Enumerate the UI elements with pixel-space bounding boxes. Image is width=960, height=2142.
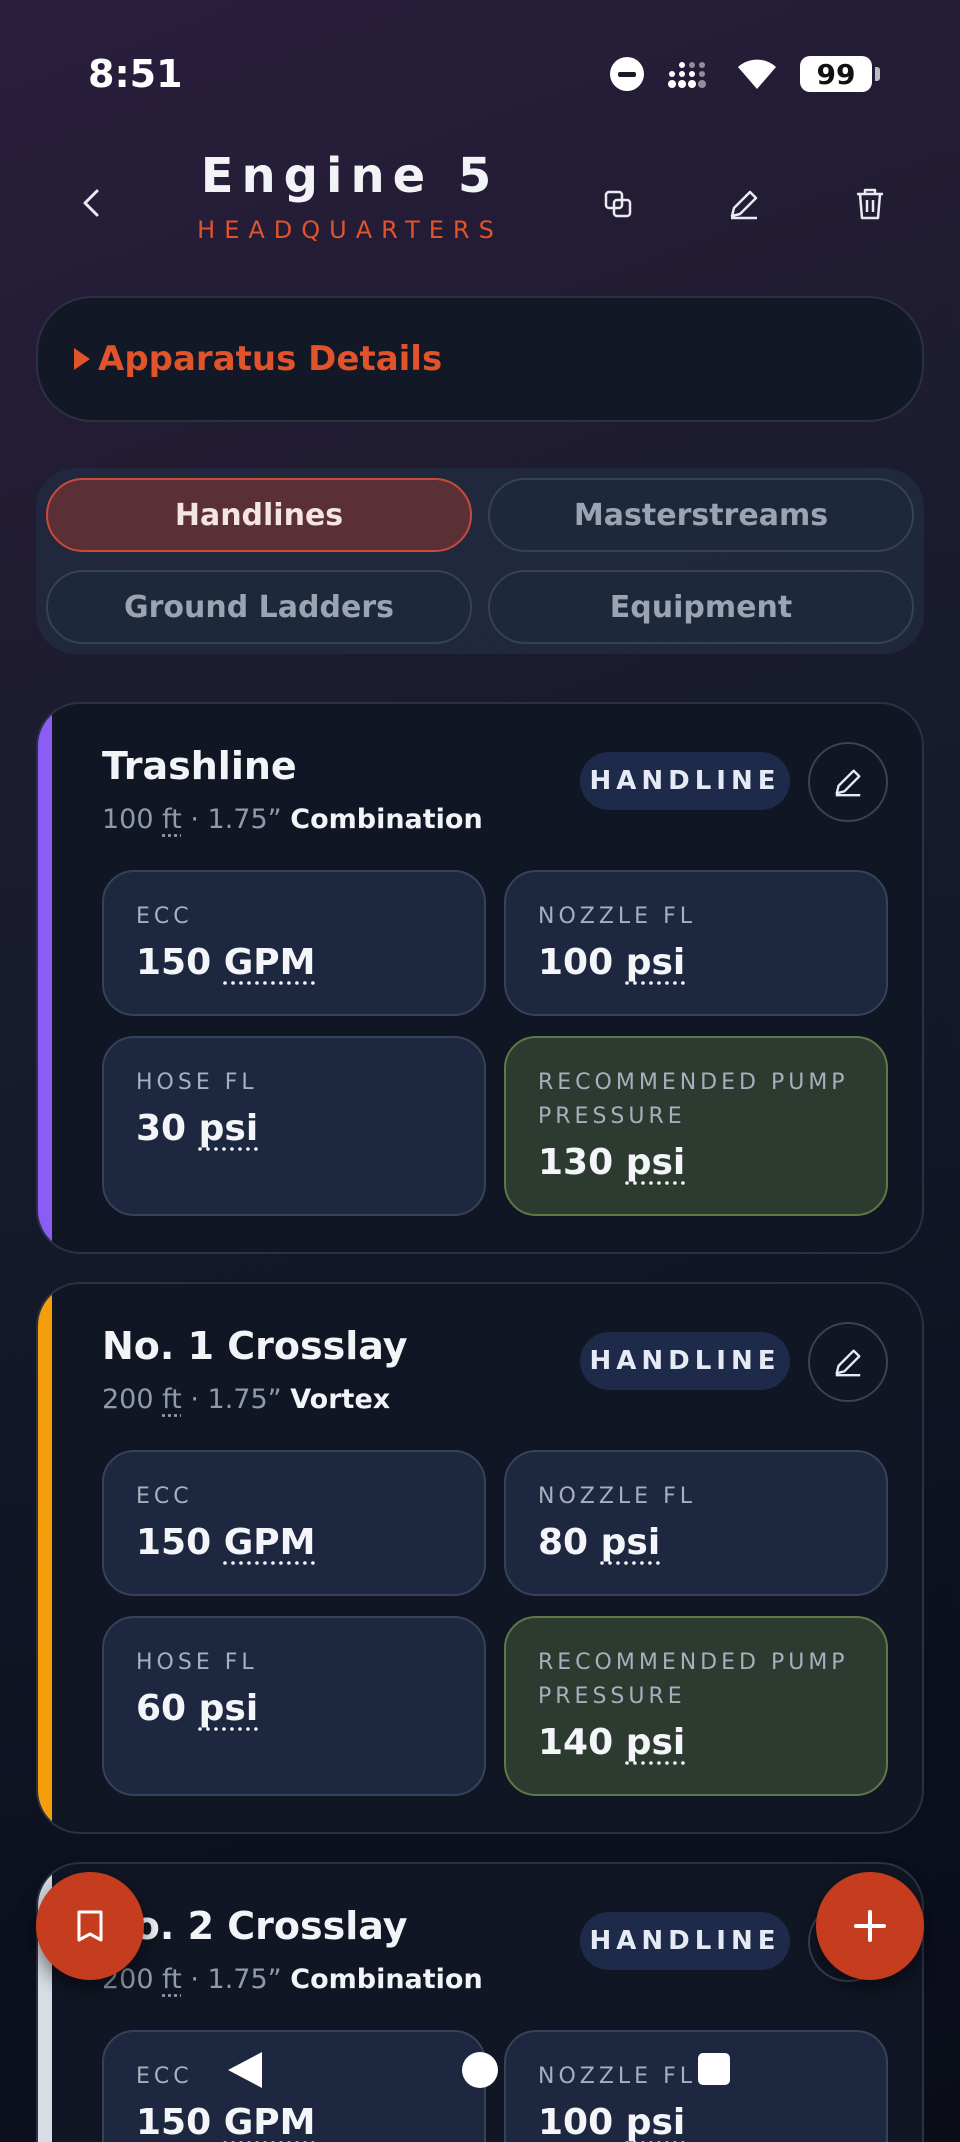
stat-label: ECC	[136, 904, 193, 929]
category-tabs: Handlines Masterstreams Ground Ladders E…	[36, 468, 924, 654]
nav-back-icon[interactable]	[228, 2052, 262, 2088]
hose-fl-stat: HOSE FL 60 psi	[102, 1616, 486, 1796]
hose-card[interactable]: No. 1 Crosslay 200 ft · 1.75” Vortex HAN…	[36, 1282, 924, 1834]
stat-value: 140 psi	[538, 1722, 686, 1763]
stat-value: 60 psi	[136, 1688, 259, 1729]
pencil-icon	[835, 1349, 861, 1377]
duplicate-button[interactable]	[590, 176, 646, 232]
back-button[interactable]	[66, 178, 116, 228]
wifi-icon	[738, 59, 776, 89]
plus-icon	[854, 1910, 886, 1942]
tab-equipment[interactable]: Equipment	[488, 570, 914, 644]
hose-type-badge: HANDLINE	[580, 752, 790, 810]
disclosure-triangle-icon	[74, 348, 90, 370]
hose-fl-stat: HOSE FL 30 psi	[102, 1036, 486, 1216]
status-icons: 99	[610, 56, 880, 92]
ecc-stat: ECC 150 GPM	[102, 870, 486, 1016]
hose-length-unit: ft	[162, 1964, 182, 1995]
hose-length-unit: ft	[162, 1384, 182, 1415]
stat-value: 100 psi	[538, 942, 686, 983]
stat-label: HOSE FL	[136, 1650, 258, 1675]
hose-color-stripe	[38, 704, 52, 1252]
edit-apparatus-button[interactable]	[716, 176, 772, 232]
nav-home-icon[interactable]	[462, 2052, 498, 2088]
edit-hose-button[interactable]	[808, 1322, 888, 1402]
battery-icon: 99	[800, 56, 880, 92]
trash-icon	[857, 188, 883, 220]
hose-name: No. 1 Crosslay	[102, 1324, 408, 1368]
hose-diameter: 1.75”	[207, 1964, 282, 1995]
nozzle-type: Combination	[290, 804, 483, 835]
hose-diameter: 1.75”	[207, 804, 282, 835]
recommended-pump-pressure-stat: RECOMMENDED PUMP PRESSURE 140 psi	[504, 1616, 888, 1796]
page-subtitle: HEADQUARTERS	[197, 216, 503, 244]
stat-value: 130 psi	[538, 1142, 686, 1183]
apparatus-details-label: Apparatus Details	[98, 339, 443, 379]
hose-length-unit: ft	[162, 804, 182, 835]
pencil-icon	[730, 190, 758, 220]
edit-hose-button[interactable]	[808, 742, 888, 822]
pencil-icon	[835, 769, 861, 797]
hose-diameter: 1.75”	[207, 1384, 282, 1415]
stat-value: 30 psi	[136, 1108, 259, 1149]
hose-length: 200	[102, 1384, 154, 1415]
do-not-disturb-icon	[610, 57, 644, 91]
hose-name: No. 2 Crosslay	[102, 1904, 408, 1948]
status-time: 8:51	[88, 52, 183, 96]
stat-label: RECOMMENDED PUMP PRESSURE	[538, 1650, 849, 1709]
nozzle-type: Vortex	[290, 1384, 391, 1415]
stat-label: NOZZLE FL	[538, 904, 696, 929]
recommended-pump-pressure-stat: RECOMMENDED PUMP PRESSURE 130 psi	[504, 1036, 888, 1216]
notes-fab[interactable]	[36, 1872, 144, 1980]
nozzle-fl-stat: NOZZLE FL 100 psi	[504, 870, 888, 1016]
system-nav-bar	[0, 2040, 960, 2142]
stat-label: HOSE FL	[136, 1070, 258, 1095]
stat-label: NOZZLE FL	[538, 1484, 696, 1509]
hose-meta: 200 ft · 1.75” Combination	[102, 1964, 483, 1995]
meta-separator: ·	[190, 1964, 199, 1995]
hose-type-badge: HANDLINE	[580, 1912, 790, 1970]
stat-label: RECOMMENDED PUMP PRESSURE	[538, 1070, 849, 1129]
chevron-left-icon	[83, 189, 99, 217]
tab-handlines[interactable]: Handlines	[46, 478, 472, 552]
book-icon	[77, 1910, 103, 1942]
nozzle-type: Combination	[290, 1964, 483, 1995]
header: Engine 5 HEADQUARTERS	[0, 140, 960, 260]
stat-label: ECC	[136, 1484, 193, 1509]
signal-icon	[668, 62, 706, 88]
title-block: Engine 5 HEADQUARTERS	[150, 148, 550, 244]
stat-value: 150 GPM	[136, 1522, 316, 1563]
ecc-stat: ECC 150 GPM	[102, 1450, 486, 1596]
meta-separator: ·	[190, 1384, 199, 1415]
nozzle-fl-stat: NOZZLE FL 80 psi	[504, 1450, 888, 1596]
hose-length: 100	[102, 804, 154, 835]
nav-recents-icon[interactable]	[698, 2053, 730, 2085]
meta-separator: ·	[190, 804, 199, 835]
tab-ground-ladders[interactable]: Ground Ladders	[46, 570, 472, 644]
hose-color-stripe	[38, 1284, 52, 1832]
status-bar: 8:51 99	[0, 0, 960, 150]
delete-button[interactable]	[842, 176, 898, 232]
stat-value: 150 GPM	[136, 942, 316, 983]
add-fab[interactable]	[816, 1872, 924, 1980]
duplicate-icon	[604, 190, 632, 218]
hose-meta: 100 ft · 1.75” Combination	[102, 804, 483, 835]
tab-masterstreams[interactable]: Masterstreams	[488, 478, 914, 552]
page-title: Engine 5	[200, 148, 500, 204]
apparatus-details-toggle[interactable]: Apparatus Details	[36, 296, 924, 422]
hose-meta: 200 ft · 1.75” Vortex	[102, 1384, 390, 1415]
stat-value: 80 psi	[538, 1522, 661, 1563]
hose-name: Trashline	[102, 744, 297, 788]
hose-type-badge: HANDLINE	[580, 1332, 790, 1390]
hose-card[interactable]: Trashline 100 ft · 1.75” Combination HAN…	[36, 702, 924, 1254]
